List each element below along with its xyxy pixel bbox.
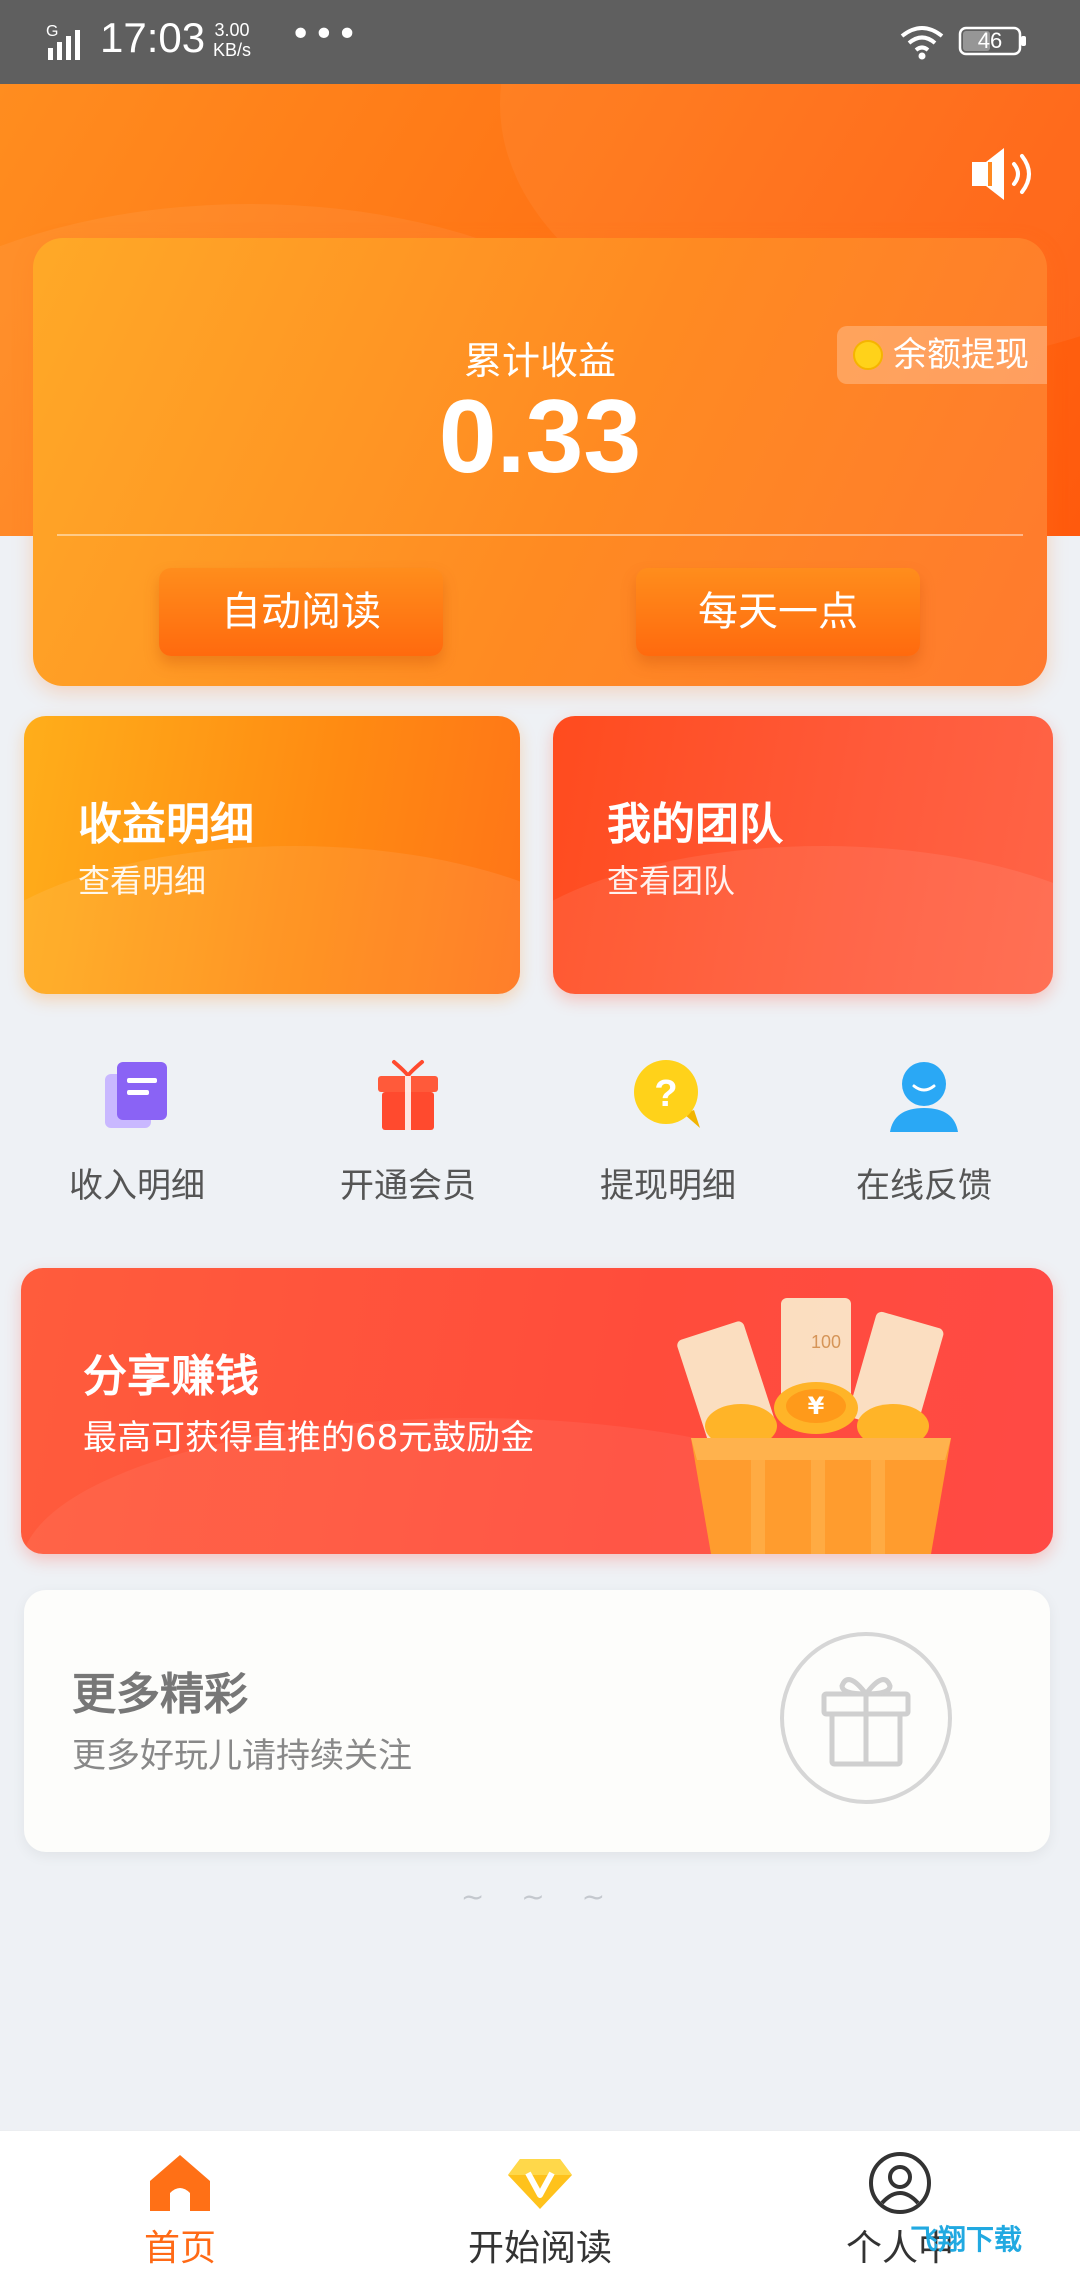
shortcut-label: 在线反馈 xyxy=(856,1166,992,1206)
my-team-title: 我的团队 xyxy=(607,799,783,850)
shortcut-withdraw-details[interactable]: ? 提现明细 xyxy=(568,1058,768,1208)
gift-box-icon xyxy=(378,1060,438,1130)
income-details-card[interactable]: 收益明细 查看明细 xyxy=(24,716,520,994)
shortcut-label: 提现明细 xyxy=(600,1166,736,1206)
network-type: G xyxy=(46,23,58,40)
bottom-navigation: 首页 开始阅读 个人中 xyxy=(0,2130,1080,2281)
share-earn-banner[interactable]: 分享赚钱 最高可获得直推的68元鼓励金 100 ¥ xyxy=(21,1268,1053,1554)
money-box-illustration: 100 ¥ xyxy=(677,1298,951,1554)
tab-home[interactable]: 首页 xyxy=(50,2151,310,2281)
svg-text:?: ? xyxy=(654,1073,677,1115)
svg-text:¥: ¥ xyxy=(808,1392,825,1420)
my-team-card[interactable]: 我的团队 查看团队 xyxy=(553,716,1053,994)
tab-home-label: 首页 xyxy=(143,2228,216,2269)
divider xyxy=(57,534,1023,536)
clock: 17:03 xyxy=(100,14,206,61)
question-bubble-icon: ? xyxy=(634,1060,700,1128)
battery-level: 46 xyxy=(977,28,1003,53)
more-dots: ••• xyxy=(290,14,360,55)
my-team-subtitle: 查看团队 xyxy=(607,862,736,900)
shortcut-label: 收入明细 xyxy=(69,1166,205,1206)
svg-text:100: 100 xyxy=(811,1332,841,1352)
status-bar: G 17:03 3.00 KB/s ••• 46 xyxy=(0,0,1080,84)
end-of-list-indicator: ~ ~ ~ xyxy=(460,1880,620,1913)
tab-personal-center[interactable]: 个人中 xyxy=(770,2151,1030,2281)
withdraw-button[interactable]: 余额提现 xyxy=(837,326,1047,384)
home-icon xyxy=(150,2155,210,2211)
gift-outline-icon xyxy=(780,1632,952,1804)
more-fun-card[interactable]: 更多精彩 更多好玩儿请持续关注 xyxy=(24,1590,1050,1852)
document-icon xyxy=(105,1062,167,1128)
diamond-v-icon xyxy=(508,2159,572,2209)
earnings-card: 累计收益 0.33 余额提现 自动阅读 每天一点 xyxy=(33,238,1047,686)
signal-icon: G xyxy=(46,23,80,60)
share-subtitle: 最高可获得直推的68元鼓励金 xyxy=(83,1418,535,1458)
tab-start-reading[interactable]: 开始阅读 xyxy=(410,2151,670,2281)
speed-value: 3.00 xyxy=(214,20,250,40)
more-title: 更多精彩 xyxy=(72,1669,248,1720)
daily-button[interactable]: 每天一点 xyxy=(636,568,920,656)
user-circle-icon xyxy=(869,2152,931,2214)
shortcut-label: 开通会员 xyxy=(340,1166,476,1206)
user-service-icon xyxy=(890,1062,958,1132)
income-details-subtitle: 查看明细 xyxy=(78,862,207,900)
tab-start-reading-label: 开始阅读 xyxy=(467,2228,612,2269)
wifi-icon xyxy=(900,26,944,60)
income-details-title: 收益明细 xyxy=(78,799,254,850)
total-earnings-amount: 0.33 xyxy=(438,379,642,495)
network-speed: 3.00 KB/s xyxy=(213,20,251,60)
withdraw-label: 余额提现 xyxy=(893,335,1029,375)
share-title: 分享赚钱 xyxy=(83,1351,259,1402)
auto-read-button[interactable]: 自动阅读 xyxy=(159,568,443,656)
shortcut-membership[interactable]: 开通会员 xyxy=(308,1058,508,1208)
shortcut-income-details[interactable]: 收入明细 xyxy=(37,1058,237,1208)
shortcut-online-feedback[interactable]: 在线反馈 xyxy=(824,1058,1024,1208)
speaker-icon[interactable] xyxy=(968,144,1038,204)
more-subtitle: 更多好玩儿请持续关注 xyxy=(72,1736,412,1776)
watermark: 飞翔下载 xyxy=(910,2224,1023,2255)
coin-icon xyxy=(853,340,883,370)
speed-unit: KB/s xyxy=(213,40,252,60)
